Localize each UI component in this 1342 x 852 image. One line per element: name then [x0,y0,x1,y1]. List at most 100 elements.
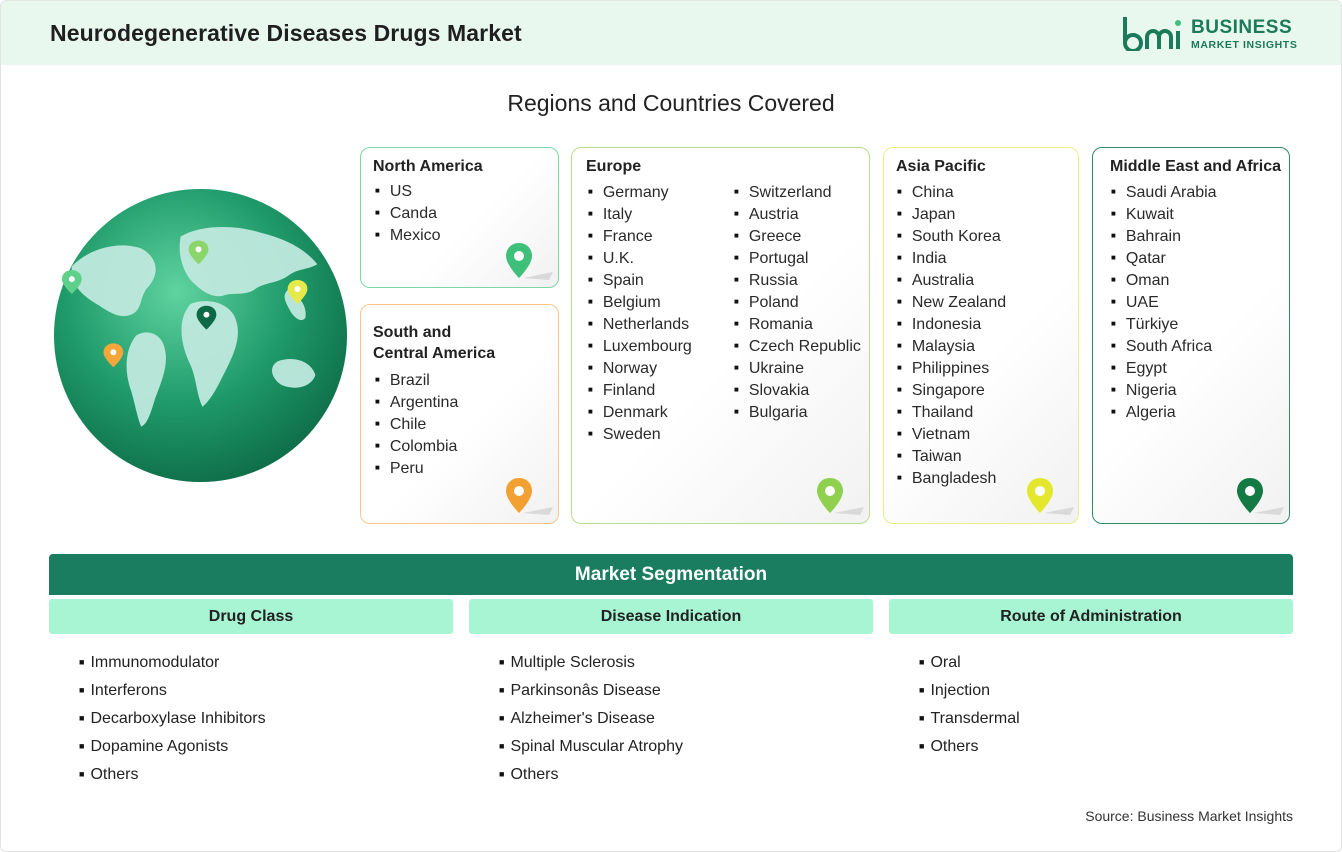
country-item: Australia [897,269,1006,291]
country-item: New Zealand [897,291,1006,313]
country-item: Malaysia [897,335,1006,357]
region-card-europe: Europe Germany Italy France U.K. Spain B… [571,147,870,524]
map-pin-icon [1237,478,1284,515]
segment-item: Alzheimer's Disease [499,704,683,732]
segment-header-drug-class: Drug Class [49,599,453,634]
country-list-asia-pacific: China Japan South Korea India Australia … [897,181,1006,489]
country-item: Norway [588,357,692,379]
segment-item: Spinal Muscular Atrophy [499,732,683,760]
region-card-north-america: North America US Canda Mexico [360,147,559,288]
country-item: Mexico [375,224,441,246]
segment-list-disease-indication: Multiple Sclerosis Parkinsonâs Disease A… [499,648,683,788]
country-item: China [897,181,1006,203]
segment-item: Multiple Sclerosis [499,648,683,676]
country-list-north-america: US Canda Mexico [375,180,441,246]
segment-item: Transdermal [919,704,1019,732]
country-item: Oman [1111,269,1217,291]
segment-item: Oral [919,648,1020,676]
country-item: Taiwan [897,445,1006,467]
country-item: Algeria [1111,401,1217,423]
segment-item: Others [919,732,1020,760]
country-item: Spain [588,269,692,291]
country-item: Finland [588,379,692,401]
map-pin-icon [817,478,864,515]
country-item: Bulgaria [734,401,861,423]
country-item: Saudi Arabia [1111,181,1217,203]
country-item: Indonesia [897,313,1006,335]
globe-illustration [53,188,348,483]
country-item: Colombia [375,435,458,457]
country-item: Argentina [375,391,459,413]
country-item: Türkiye [1111,313,1217,335]
country-item: Chile [375,413,458,435]
country-item: France [588,225,692,247]
country-item: Germany [588,181,692,203]
region-title-north-america: North America [373,158,483,175]
region-title-mea: Middle East and Africa [1110,158,1281,175]
country-item: Japan [897,203,1006,225]
country-item: Portugal [734,247,861,269]
region-title-europe: Europe [586,158,642,175]
map-pin-icon [1027,478,1074,515]
country-list-south-america: Brazil Argentina Chile Colombia Peru [375,369,459,479]
country-item: Sweden [588,423,692,445]
country-item: Slovakia [734,379,861,401]
map-pin-icon [506,478,553,515]
segment-header-route-of-administration: Route of Administration [889,599,1293,634]
country-item: Denmark [588,401,692,423]
region-title-south-america: South and Central America [373,322,495,364]
segment-item: Parkinsonâs Disease [499,676,683,704]
country-item: Poland [734,291,861,313]
country-list-europe-col1: Germany Italy France U.K. Spain Belgium … [588,181,692,445]
region-title-line1: South and [373,324,452,341]
regions-title: Regions and Countries Covered [507,90,835,116]
country-item: Russia [734,269,861,291]
country-item: Belgium [588,291,692,313]
segment-item: Dopamine Agonists [79,732,266,760]
country-item: U.K. [588,247,692,269]
country-item: Ukraine [734,357,861,379]
country-item: Bangladesh [897,467,1006,489]
segment-item: Injection [919,676,1020,704]
country-item: Italy [588,203,692,225]
country-list-mea: Saudi Arabia Kuwait Bahrain Qatar Oman U… [1111,181,1217,423]
country-item: Egypt [1111,357,1217,379]
region-title-asia-pacific: Asia Pacific [896,158,986,175]
region-card-south-america: South and Central America Brazil Argenti… [360,304,559,524]
country-item: Philippines [897,357,1006,379]
country-item: Thailand [897,401,1006,423]
brand-logo[interactable]: BUSINESS MARKET INSIGHTS [1121,15,1301,55]
logo-text-market-insights: MARKET INSIGHTS [1191,39,1298,51]
country-item: Austria [734,203,861,225]
segment-item: Others [499,760,683,788]
page-title: Neurodegenerative Diseases Drugs Market [50,20,522,46]
country-item: India [897,247,1006,269]
segment-item: Interferons [79,676,266,704]
country-item: Qatar [1111,247,1217,269]
country-item: South Africa [1111,335,1217,357]
country-item: Luxembourg [588,335,692,357]
country-item: South Korea [897,225,1006,247]
country-item: UAE [1111,291,1217,313]
country-item: Kuwait [1111,203,1217,225]
country-item: US [375,180,441,202]
region-card-mea: Middle East and Africa Saudi Arabia Kuwa… [1092,147,1290,524]
country-item: Netherlands [588,313,692,335]
segment-item: Decarboxylase Inhibitors [79,704,265,732]
country-item: Canda [375,202,441,224]
map-pin-icon [506,243,553,280]
logo-text-business: BUSINESS [1191,17,1293,38]
country-item: Nigeria [1111,379,1217,401]
region-title-line2: Central America [373,345,496,362]
header-bar: Neurodegenerative Diseases Drugs Market … [1,1,1341,65]
segment-item: Immunomodulator [79,648,266,676]
country-item: Peru [375,457,458,479]
country-item: Singapore [897,379,1006,401]
country-item: Romania [734,313,861,335]
segment-list-route-of-administration: Oral Injection Transdermal Others [919,648,1020,760]
region-card-asia-pacific: Asia Pacific China Japan South Korea Ind… [883,147,1079,524]
source-note: Source: Business Market Insights [1085,808,1293,824]
segment-list-drug-class: Immunomodulator Interferons Decarboxylas… [79,648,266,788]
country-item: Greece [734,225,861,247]
segmentation-title: Market Segmentation [49,554,1293,595]
